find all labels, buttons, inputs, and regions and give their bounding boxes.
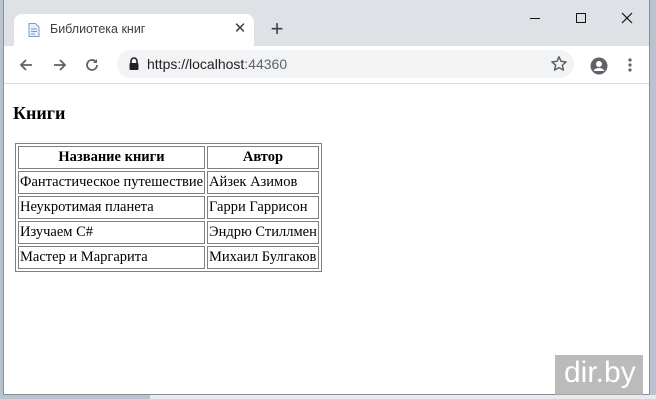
- document-icon: [28, 23, 40, 37]
- book-title-cell: Неукротимая планета: [18, 196, 206, 219]
- url-prefix: https://localhost: [147, 56, 245, 72]
- minimize-icon[interactable]: [512, 4, 558, 32]
- book-title-cell: Фантастическое путешествие: [18, 171, 206, 194]
- table-row: Изучаем C# Эндрю Стиллмен: [18, 221, 319, 244]
- browser-toolbar: https://localhost:44360: [4, 46, 649, 84]
- watermark-text: dir.by: [564, 356, 636, 389]
- arrow-left-icon[interactable]: [14, 53, 38, 77]
- book-author-cell: Михаил Булгаков: [207, 246, 319, 269]
- book-author-cell: Айзек Азимов: [207, 171, 319, 194]
- watermark: dir.by: [555, 355, 643, 395]
- tab-library[interactable]: Библиотека книг ✕: [14, 14, 254, 46]
- tab-title: Библиотека книг: [50, 22, 146, 36]
- book-title-cell: Мастер и Маргарита: [18, 246, 206, 269]
- column-header-title: Название книги: [18, 146, 206, 169]
- address-bar[interactable]: https://localhost:44360: [117, 50, 574, 78]
- star-icon[interactable]: [550, 55, 568, 78]
- lock-icon[interactable]: [128, 57, 140, 76]
- column-header-author: Автор: [207, 146, 319, 169]
- background-window-strip: [150, 395, 656, 399]
- book-author-cell: Гарри Гаррисон: [207, 196, 319, 219]
- close-icon[interactable]: [604, 4, 649, 32]
- maximize-icon[interactable]: [558, 4, 604, 32]
- url-text[interactable]: https://localhost:44360: [147, 56, 287, 72]
- page-title: Книги: [13, 103, 66, 123]
- account-icon[interactable]: [586, 53, 610, 77]
- browser-window: Библиотека книг ✕ + https://localhost:44…: [3, 0, 650, 395]
- arrow-right-icon[interactable]: [48, 53, 72, 77]
- kebab-menu-icon[interactable]: [618, 53, 642, 77]
- table-row: Фантастическое путешествие Айзек Азимов: [18, 171, 319, 194]
- url-port: :44360: [244, 56, 288, 72]
- close-icon[interactable]: ✕: [232, 21, 248, 37]
- reload-icon[interactable]: [80, 53, 104, 77]
- plus-icon[interactable]: +: [266, 18, 288, 41]
- table-row: Мастер и Маргарита Михаил Булгаков: [18, 246, 319, 269]
- tab-strip: Библиотека книг ✕ +: [4, 0, 649, 46]
- page-content: Книги Название книги Автор Фантастическо…: [4, 84, 649, 394]
- table-header-row: Название книги Автор: [18, 146, 319, 169]
- book-title-cell: Изучаем C#: [18, 221, 206, 244]
- books-table: Название книги Автор Фантастическое путе…: [15, 143, 322, 272]
- book-author-cell: Эндрю Стиллмен: [207, 221, 319, 244]
- table-row: Неукротимая планета Гарри Гаррисон: [18, 196, 319, 219]
